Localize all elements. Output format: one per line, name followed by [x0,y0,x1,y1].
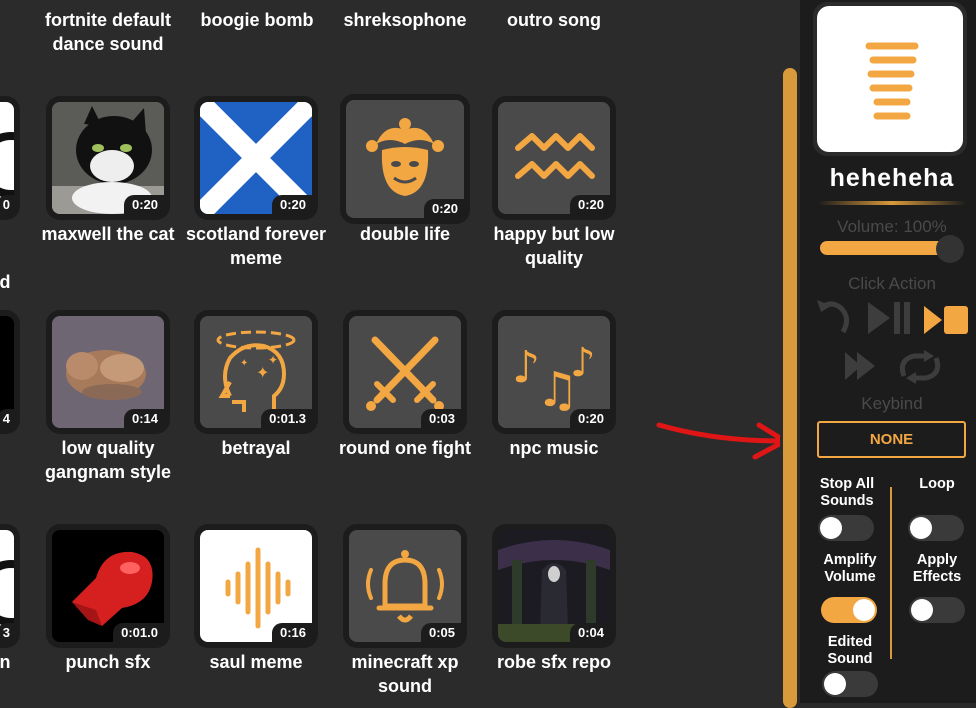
sound-tile[interactable]: 0:20 [194,96,318,220]
click-action-label: Click Action [848,274,936,293]
arrow-annotation-icon [656,422,780,460]
keybind-label: Keybind [861,394,923,413]
duration-badge: 0:03 [420,409,461,428]
restart-icon[interactable] [813,296,853,340]
circle-icon [0,132,14,198]
selected-sound-title[interactable]: heheheha [813,164,971,193]
sound-label[interactable]: low quality gangnam style [33,436,183,484]
sound-label[interactable]: scotland forever meme [181,222,331,270]
sound-label[interactable]: d [0,270,80,294]
sound-label[interactable]: happy but low quality [479,222,629,270]
edited-sound-toggle[interactable] [822,671,878,697]
sound-label[interactable]: saul meme [181,650,331,674]
sound-label[interactable]: round one fight [330,436,480,460]
duration-badge: 0:20 [569,195,610,214]
amplify-volume-label: Amplify Volume [823,552,877,585]
sound-label[interactable]: outro song [479,8,629,32]
sound-label[interactable]: minecraft xp sound [330,650,480,698]
sound-tile[interactable]: 0:03 [343,310,467,434]
play-stop-icon[interactable] [922,304,970,336]
duration-badge: 0:20 [123,195,164,214]
duration-badge: 0 [0,195,14,214]
sound-tile-partial[interactable]: 4 [0,310,20,434]
loop-play-icon[interactable] [896,350,944,384]
stop-all-sounds-toggle[interactable] [818,515,874,541]
loop-label: Loop [919,476,955,492]
duration-badge: 0:20 [423,199,464,218]
volume-slider-knob[interactable] [936,235,964,263]
sound-label[interactable]: shreksophone [330,8,480,32]
sound-label[interactable]: npc music [479,436,629,460]
sound-tile[interactable]: 0:14 [46,310,170,434]
options-divider [890,487,892,659]
sound-label[interactable]: fortnite default dance sound [33,8,183,56]
duration-badge: 0:20 [271,195,312,214]
selected-sound-tile[interactable] [813,2,967,156]
sound-label[interactable]: robe sfx repo [479,650,629,674]
edited-sound-label: Edited Sound [827,634,873,667]
duration-badge: 0:04 [569,623,610,642]
sound-label[interactable]: maxwell the cat [33,222,183,246]
sound-label[interactable]: sic [0,436,24,460]
svg-text:♪: ♪ [570,340,596,386]
sound-tile-partial[interactable]: 0 [0,96,20,220]
sound-tile[interactable]: 0:20 [340,94,470,224]
duration-badge: 0:01.3 [261,409,312,428]
loop-toggle[interactable] [908,515,964,541]
duration-badge: 3 [0,623,14,642]
stop-all-sounds-label: Stop All Sounds [819,476,875,509]
sound-tile[interactable]: 0:20 [492,96,616,220]
circle-icon [0,560,14,626]
sound-label[interactable]: punch sfx [33,650,183,674]
play-overlap-icon[interactable] [843,350,879,382]
title-underline [818,201,966,205]
duration-badge: 0:01.0 [113,623,164,642]
amplify-volume-toggle[interactable] [821,597,877,623]
apply-effects-label: Apply Effects [912,552,962,585]
sound-tile-partial[interactable]: 3 [0,524,20,648]
sound-tile[interactable]: ♪ ♫ ♪ 0:20 [492,310,616,434]
keybind-button[interactable]: NONE [817,421,966,458]
sound-grid: fortnite default dance sound boogie bomb… [0,0,780,703]
sound-tile[interactable]: 0:05 [343,524,467,648]
scrollbar-thumb[interactable] [783,68,797,708]
svg-text:✦: ✦ [240,358,248,369]
equalizer-icon [865,42,919,120]
play-pause-icon[interactable] [866,300,914,336]
sound-tile[interactable]: 0:01.0 [46,524,170,648]
sound-tile[interactable]: 0:20 [46,96,170,220]
sound-label[interactable]: betrayal [181,436,331,460]
duration-badge: 0:16 [271,623,312,642]
sound-tile[interactable]: 0:04 [492,524,616,648]
duration-badge: 4 [0,409,14,428]
svg-text:✦: ✦ [268,353,278,367]
sound-label[interactable]: double life [330,222,480,246]
duration-badge: 0:20 [569,409,610,428]
volume-label: Volume: 100% [837,217,947,236]
duration-badge: 0:14 [123,409,164,428]
sound-label[interactable]: boogie bomb [182,8,332,32]
sound-label[interactable]: sic [0,222,24,246]
apply-effects-toggle[interactable] [909,597,965,623]
sound-tile[interactable]: 0:16 [194,524,318,648]
sound-tile[interactable]: ✦ ✦ ✦ 0:01.3 [194,310,318,434]
duration-badge: 0:05 [420,623,461,642]
